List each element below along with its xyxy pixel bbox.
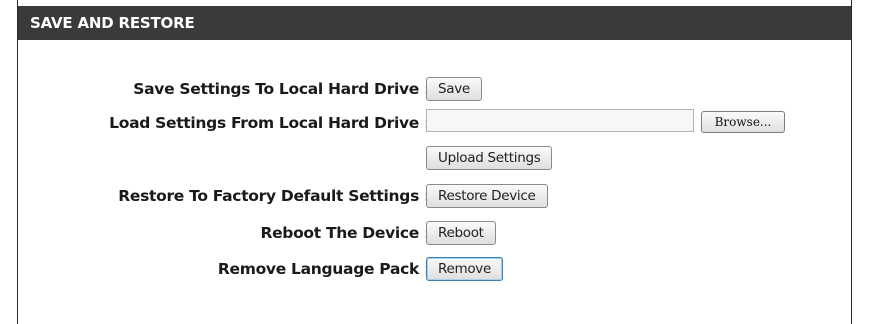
upload-settings-button[interactable]: Upload Settings bbox=[426, 146, 553, 170]
remove-language-label: Remove Language Pack : bbox=[217, 260, 430, 278]
upload-settings-row: Upload Settings bbox=[18, 143, 851, 173]
save-settings-row: Save Settings To Local Hard Drive : Save bbox=[18, 74, 851, 104]
reboot-button[interactable]: Reboot bbox=[426, 221, 496, 245]
save-button[interactable]: Save bbox=[426, 77, 482, 101]
restore-defaults-row: Restore To Factory Default Settings : Re… bbox=[18, 181, 851, 211]
restore-device-button[interactable]: Restore Device bbox=[426, 184, 548, 208]
settings-file-input[interactable] bbox=[426, 109, 694, 132]
browse-button[interactable]: Browse... bbox=[701, 111, 785, 133]
load-settings-label: Load Settings From Local Hard Drive : bbox=[109, 114, 430, 132]
restore-defaults-label: Restore To Factory Default Settings : bbox=[118, 187, 430, 205]
load-settings-row: Load Settings From Local Hard Drive : Br… bbox=[18, 108, 851, 138]
reboot-device-label: Reboot The Device : bbox=[260, 224, 430, 242]
remove-language-button[interactable]: Remove bbox=[426, 257, 503, 281]
save-settings-label: Save Settings To Local Hard Drive : bbox=[133, 80, 430, 98]
panel-title: SAVE AND RESTORE bbox=[18, 6, 851, 40]
save-restore-panel: SAVE AND RESTORE Save Settings To Local … bbox=[17, 0, 852, 324]
reboot-device-row: Reboot The Device : Reboot bbox=[18, 218, 851, 248]
remove-language-row: Remove Language Pack : Remove bbox=[18, 254, 851, 284]
